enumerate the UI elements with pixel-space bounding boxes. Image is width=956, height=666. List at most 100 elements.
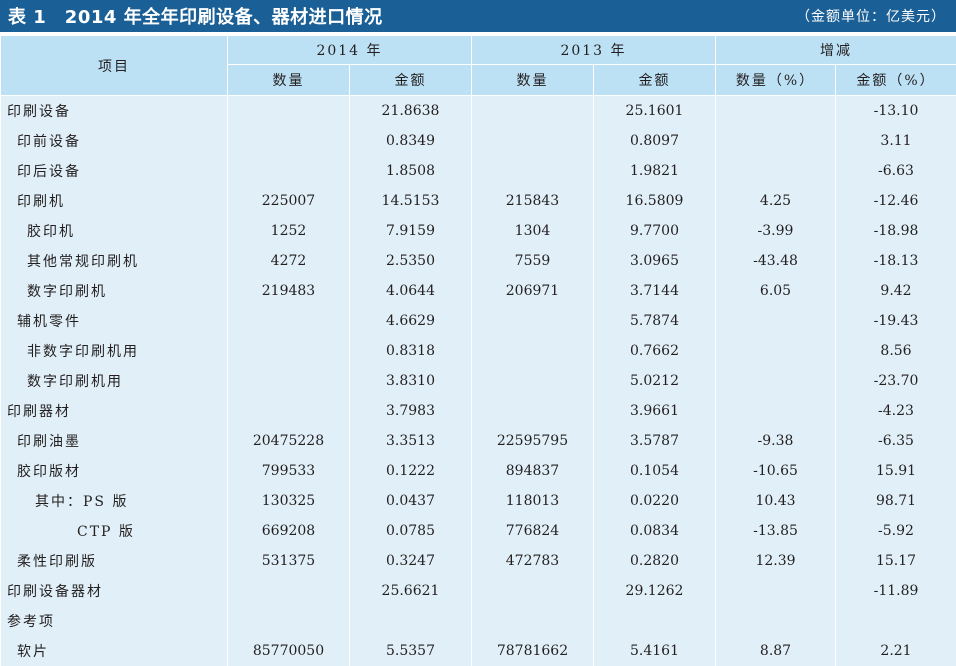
qty-2013 [472, 156, 594, 186]
amount-2014: 1.8508 [350, 156, 472, 186]
qty-2013: 22595795 [472, 426, 594, 456]
table-row: 印刷设备器材25.662129.1262-11.89 [1, 576, 956, 606]
table-row: 其中：PS 版1303250.04371180130.022010.4398.7… [1, 486, 956, 516]
amount-2014: 0.0437 [350, 486, 472, 516]
table-row: 印前设备0.83490.80973.11 [1, 126, 956, 156]
amount-2014: 0.0785 [350, 516, 472, 546]
amount-2013: 0.1054 [594, 456, 716, 486]
header-2014: 2014 年 [228, 36, 472, 65]
table-row: 数字印刷机2194834.06442069713.71446.059.42 [1, 276, 956, 306]
table-title: 表 1 2014 年全年印刷设备、器材进口情况 [8, 3, 383, 29]
row-label: 印后设备 [1, 156, 228, 186]
row-label: 印刷设备器材 [1, 576, 228, 606]
amount-change: 9.42 [836, 276, 956, 306]
table-row: CTP 版6692080.07857768240.0834-13.85-5.92 [1, 516, 956, 546]
amount-2013: 0.8097 [594, 126, 716, 156]
table-row: 印刷器材3.79833.9661-4.23 [1, 396, 956, 426]
qty-2014: 225007 [228, 186, 350, 216]
qty-2014 [228, 396, 350, 426]
table-row: 胶印机12527.915913049.7700-3.99-18.98 [1, 216, 956, 246]
import-table: 项目 2014 年 2013 年 增减 数量 金额 数量 金额 数量（%） 金额… [0, 35, 956, 666]
table-header: 项目 2014 年 2013 年 增减 数量 金额 数量 金额 数量（%） 金额… [1, 36, 956, 96]
qty-2013: 1304 [472, 216, 594, 246]
qty-2013 [472, 576, 594, 606]
amount-change: -6.35 [836, 426, 956, 456]
unit-note: （金额单位：亿美元） [796, 6, 946, 26]
qty-2014: 130325 [228, 486, 350, 516]
qty-2014: 219483 [228, 276, 350, 306]
row-label: 印刷器材 [1, 396, 228, 426]
amount-2014: 3.3513 [350, 426, 472, 456]
qty-2013: 7559 [472, 246, 594, 276]
amount-change [836, 606, 956, 636]
qty-2014: 1252 [228, 216, 350, 246]
row-label: 数字印刷机用 [1, 366, 228, 396]
table-row: 辅机零件4.66295.7874-19.43 [1, 306, 956, 336]
amount-change: 8.56 [836, 336, 956, 366]
amount-2014: 21.8638 [350, 96, 472, 127]
qty-change [716, 96, 836, 127]
amount-2014: 3.7983 [350, 396, 472, 426]
qty-2014: 669208 [228, 516, 350, 546]
qty-2014: 4272 [228, 246, 350, 276]
qty-change [716, 156, 836, 186]
qty-change: 4.25 [716, 186, 836, 216]
amount-change: -18.98 [836, 216, 956, 246]
amount-2014: 0.1222 [350, 456, 472, 486]
header-change: 增减 [716, 36, 956, 65]
table-row: 柔性印刷版5313750.32474727830.282012.3915.17 [1, 546, 956, 576]
row-label: 其他常规印刷机 [1, 246, 228, 276]
qty-2014 [228, 336, 350, 366]
table-body: 印刷设备21.863825.1601-13.10 印前设备0.83490.809… [1, 96, 956, 666]
amount-change: -23.70 [836, 366, 956, 396]
qty-2014 [228, 576, 350, 606]
table-row: 印后设备1.85081.9821-6.63 [1, 156, 956, 186]
amount-change: -19.43 [836, 306, 956, 336]
qty-2014 [228, 366, 350, 396]
amount-2014: 2.5350 [350, 246, 472, 276]
qty-2014: 531375 [228, 546, 350, 576]
amount-2013 [594, 606, 716, 636]
qty-2013 [472, 306, 594, 336]
amount-change: 3.11 [836, 126, 956, 156]
amount-2014: 0.8349 [350, 126, 472, 156]
row-label: 印刷油墨 [1, 426, 228, 456]
header-2013: 2013 年 [472, 36, 716, 65]
qty-2014 [228, 96, 350, 127]
amount-2013: 1.9821 [594, 156, 716, 186]
qty-2013: 118013 [472, 486, 594, 516]
table-row: 胶印版材7995330.12228948370.1054-10.6515.91 [1, 456, 956, 486]
qty-2013 [472, 126, 594, 156]
table-row: 印刷设备 21.8638 25.1601 -13.10 [1, 96, 956, 127]
amount-2013: 0.7662 [594, 336, 716, 366]
qty-change: -10.65 [716, 456, 836, 486]
row-label: 柔性印刷版 [1, 546, 228, 576]
amount-2014: 25.6621 [350, 576, 472, 606]
qty-2014: 20475228 [228, 426, 350, 456]
header-item: 项目 [1, 36, 228, 96]
header-qty-pct: 数量（%） [716, 65, 836, 96]
qty-2013: 215843 [472, 186, 594, 216]
table-row: 印刷油墨204752283.3513225957953.5787-9.38-6.… [1, 426, 956, 456]
amount-change: 15.17 [836, 546, 956, 576]
amount-change: -4.23 [836, 396, 956, 426]
header-amount-2014: 金额 [350, 65, 472, 96]
header-qty-2013: 数量 [472, 65, 594, 96]
amount-change: -13.10 [836, 96, 956, 127]
table-row: 其他常规印刷机42722.535075593.0965-43.48-18.13 [1, 246, 956, 276]
qty-change: -3.99 [716, 216, 836, 246]
amount-2013: 25.1601 [594, 96, 716, 127]
row-label: 胶印机 [1, 216, 228, 246]
amount-2013: 3.0965 [594, 246, 716, 276]
row-label: 参考项 [1, 606, 228, 636]
amount-2013: 3.7144 [594, 276, 716, 306]
row-label: 数字印刷机 [1, 276, 228, 306]
row-label: 印刷设备 [1, 96, 228, 127]
table-row: 数字印刷机用3.83105.0212-23.70 [1, 366, 956, 396]
amount-2014: 4.6629 [350, 306, 472, 336]
row-label: 辅机零件 [1, 306, 228, 336]
qty-2013 [472, 606, 594, 636]
table-row: 非数字印刷机用0.83180.76628.56 [1, 336, 956, 366]
amount-2013: 0.0220 [594, 486, 716, 516]
qty-2014 [228, 156, 350, 186]
